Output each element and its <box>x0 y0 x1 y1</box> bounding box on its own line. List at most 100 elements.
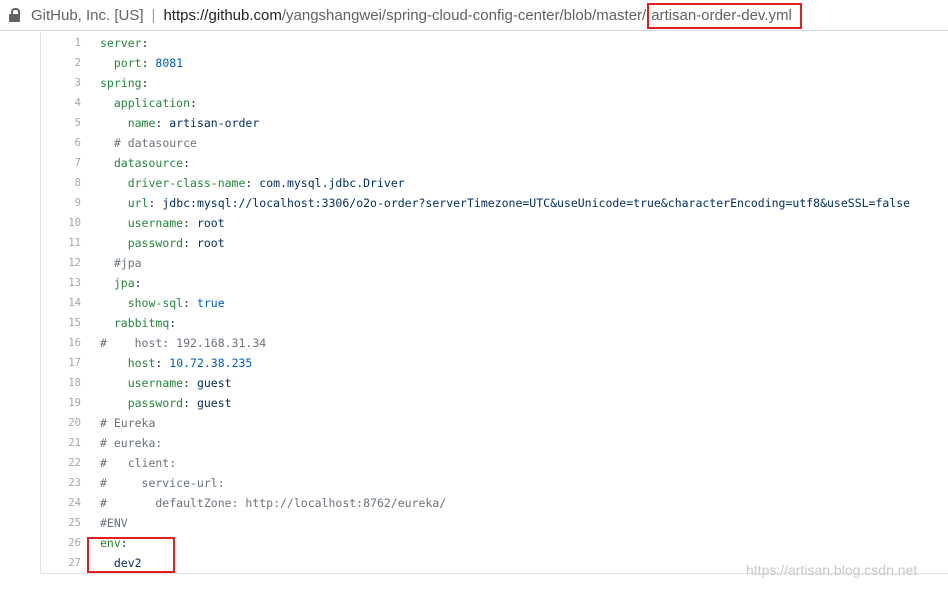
yaml-colon: : <box>134 276 142 290</box>
line-number[interactable]: 18 <box>41 377 81 389</box>
line-number[interactable]: 22 <box>41 457 81 469</box>
code-line: 22 # client: <box>41 453 176 473</box>
code-line: 19 password: guest <box>41 393 232 413</box>
yaml-value: root <box>190 236 225 250</box>
yaml-key: show-sql <box>127 296 184 310</box>
code-line: 17 host: 10.72.38.235 <box>41 353 252 373</box>
yaml-key: rabbitmq <box>113 316 170 330</box>
line-number[interactable]: 1 <box>41 37 81 49</box>
yaml-colon: : <box>169 316 177 330</box>
line-number[interactable]: 2 <box>41 57 81 69</box>
line-number[interactable]: 20 <box>41 417 81 429</box>
yaml-value: guest <box>190 376 232 390</box>
url-file-highlighted[interactable]: artisan-order-dev.yml <box>647 2 802 29</box>
address-separator: | <box>151 6 156 24</box>
yaml-value: true <box>190 296 225 310</box>
code-line: 1 server: <box>41 33 149 53</box>
line-number[interactable]: 25 <box>41 517 81 529</box>
code-line: 18 username: guest <box>41 373 232 393</box>
lock-icon[interactable] <box>9 8 20 22</box>
code-comment: # eureka: <box>100 436 163 450</box>
line-number[interactable]: 8 <box>41 177 81 189</box>
line-number[interactable]: 7 <box>41 157 81 169</box>
line-number[interactable]: 16 <box>41 337 81 349</box>
line-number[interactable]: 19 <box>41 397 81 409</box>
code-text: jpa: <box>100 276 142 290</box>
yaml-key: name <box>127 116 156 130</box>
code-comment: # Eureka <box>100 416 156 430</box>
code-text: password: guest <box>100 396 232 410</box>
code-text: # datasource <box>100 136 197 150</box>
line-number[interactable]: 23 <box>41 477 81 489</box>
yaml-key: port <box>113 56 142 70</box>
code-line: 13 jpa: <box>41 273 142 293</box>
yaml-colon: : <box>183 396 191 410</box>
code-line: 10 username: root <box>41 213 225 233</box>
yaml-key: datasource <box>113 156 184 170</box>
yaml-key: application <box>113 96 191 110</box>
yaml-colon: : <box>190 96 197 110</box>
code-text: url: jdbc:mysql://localhost:3306/o2o-ord… <box>100 196 910 210</box>
code-comment: #ENV <box>100 516 128 530</box>
yaml-key: username <box>127 216 184 230</box>
yaml-key: driver-class-name <box>127 176 246 190</box>
line-number[interactable]: 17 <box>41 357 81 369</box>
yaml-value: 8081 <box>148 56 184 70</box>
line-number[interactable]: 9 <box>41 197 81 209</box>
code-line: 23 # service-url: <box>41 473 224 493</box>
code-line: 24 # defaultZone: http://localhost:8762/e… <box>41 493 446 513</box>
line-number[interactable]: 14 <box>41 297 81 309</box>
line-number[interactable]: 15 <box>41 317 81 329</box>
code-text: password: root <box>100 236 225 250</box>
line-number[interactable]: 3 <box>41 77 81 89</box>
code-text: server: <box>100 36 148 50</box>
code-comment: # defaultZone: http://localhost:8762/eur… <box>100 496 447 510</box>
code-line: 6 # datasource <box>41 133 197 153</box>
code-text: # defaultZone: http://localhost:8762/eur… <box>100 496 446 510</box>
code-line: 25 #ENV <box>41 513 128 533</box>
code-comment: # client: <box>100 456 177 470</box>
line-number[interactable]: 5 <box>41 117 81 129</box>
yaml-key: username <box>127 376 184 390</box>
yaml-key: password <box>127 396 184 410</box>
yaml-colon: : <box>183 296 191 310</box>
code-text: name: artisan-order <box>100 116 260 130</box>
yaml-key: jpa <box>113 276 135 290</box>
line-number[interactable]: 21 <box>41 437 81 449</box>
line-number[interactable]: 13 <box>41 277 81 289</box>
site-identity[interactable]: GitHub, Inc. [US] <box>31 7 144 24</box>
code-text: # Eureka <box>100 416 155 430</box>
code-text: # host: 192.168.31.34 <box>100 336 266 350</box>
line-number[interactable]: 26 <box>41 537 81 549</box>
code-text: username: root <box>100 216 225 230</box>
line-number[interactable]: 10 <box>41 217 81 229</box>
line-number[interactable]: 4 <box>41 97 81 109</box>
code-line: 2 port: 8081 <box>41 53 183 73</box>
line-number[interactable]: 6 <box>41 137 81 149</box>
yaml-colon: : <box>183 236 191 250</box>
code-text: datasource: <box>100 156 190 170</box>
yaml-key: url <box>127 196 149 210</box>
yaml-value: com.mysql.jdbc.Driver <box>252 176 405 190</box>
browser-address-bar[interactable]: GitHub, Inc. [US] | https://github.com /… <box>0 0 948 31</box>
yaml-key: password <box>127 236 184 250</box>
url-host[interactable]: https://github.com <box>163 7 281 24</box>
line-number[interactable]: 12 <box>41 257 81 269</box>
line-number[interactable]: 11 <box>41 237 81 249</box>
code-line: 5 name: artisan-order <box>41 113 260 133</box>
line-number[interactable]: 27 <box>41 557 81 569</box>
url-path[interactable]: /yangshangwei/spring-cloud-config-center… <box>282 7 646 24</box>
line-number[interactable]: 24 <box>41 497 81 509</box>
yaml-key: spring <box>100 76 142 90</box>
